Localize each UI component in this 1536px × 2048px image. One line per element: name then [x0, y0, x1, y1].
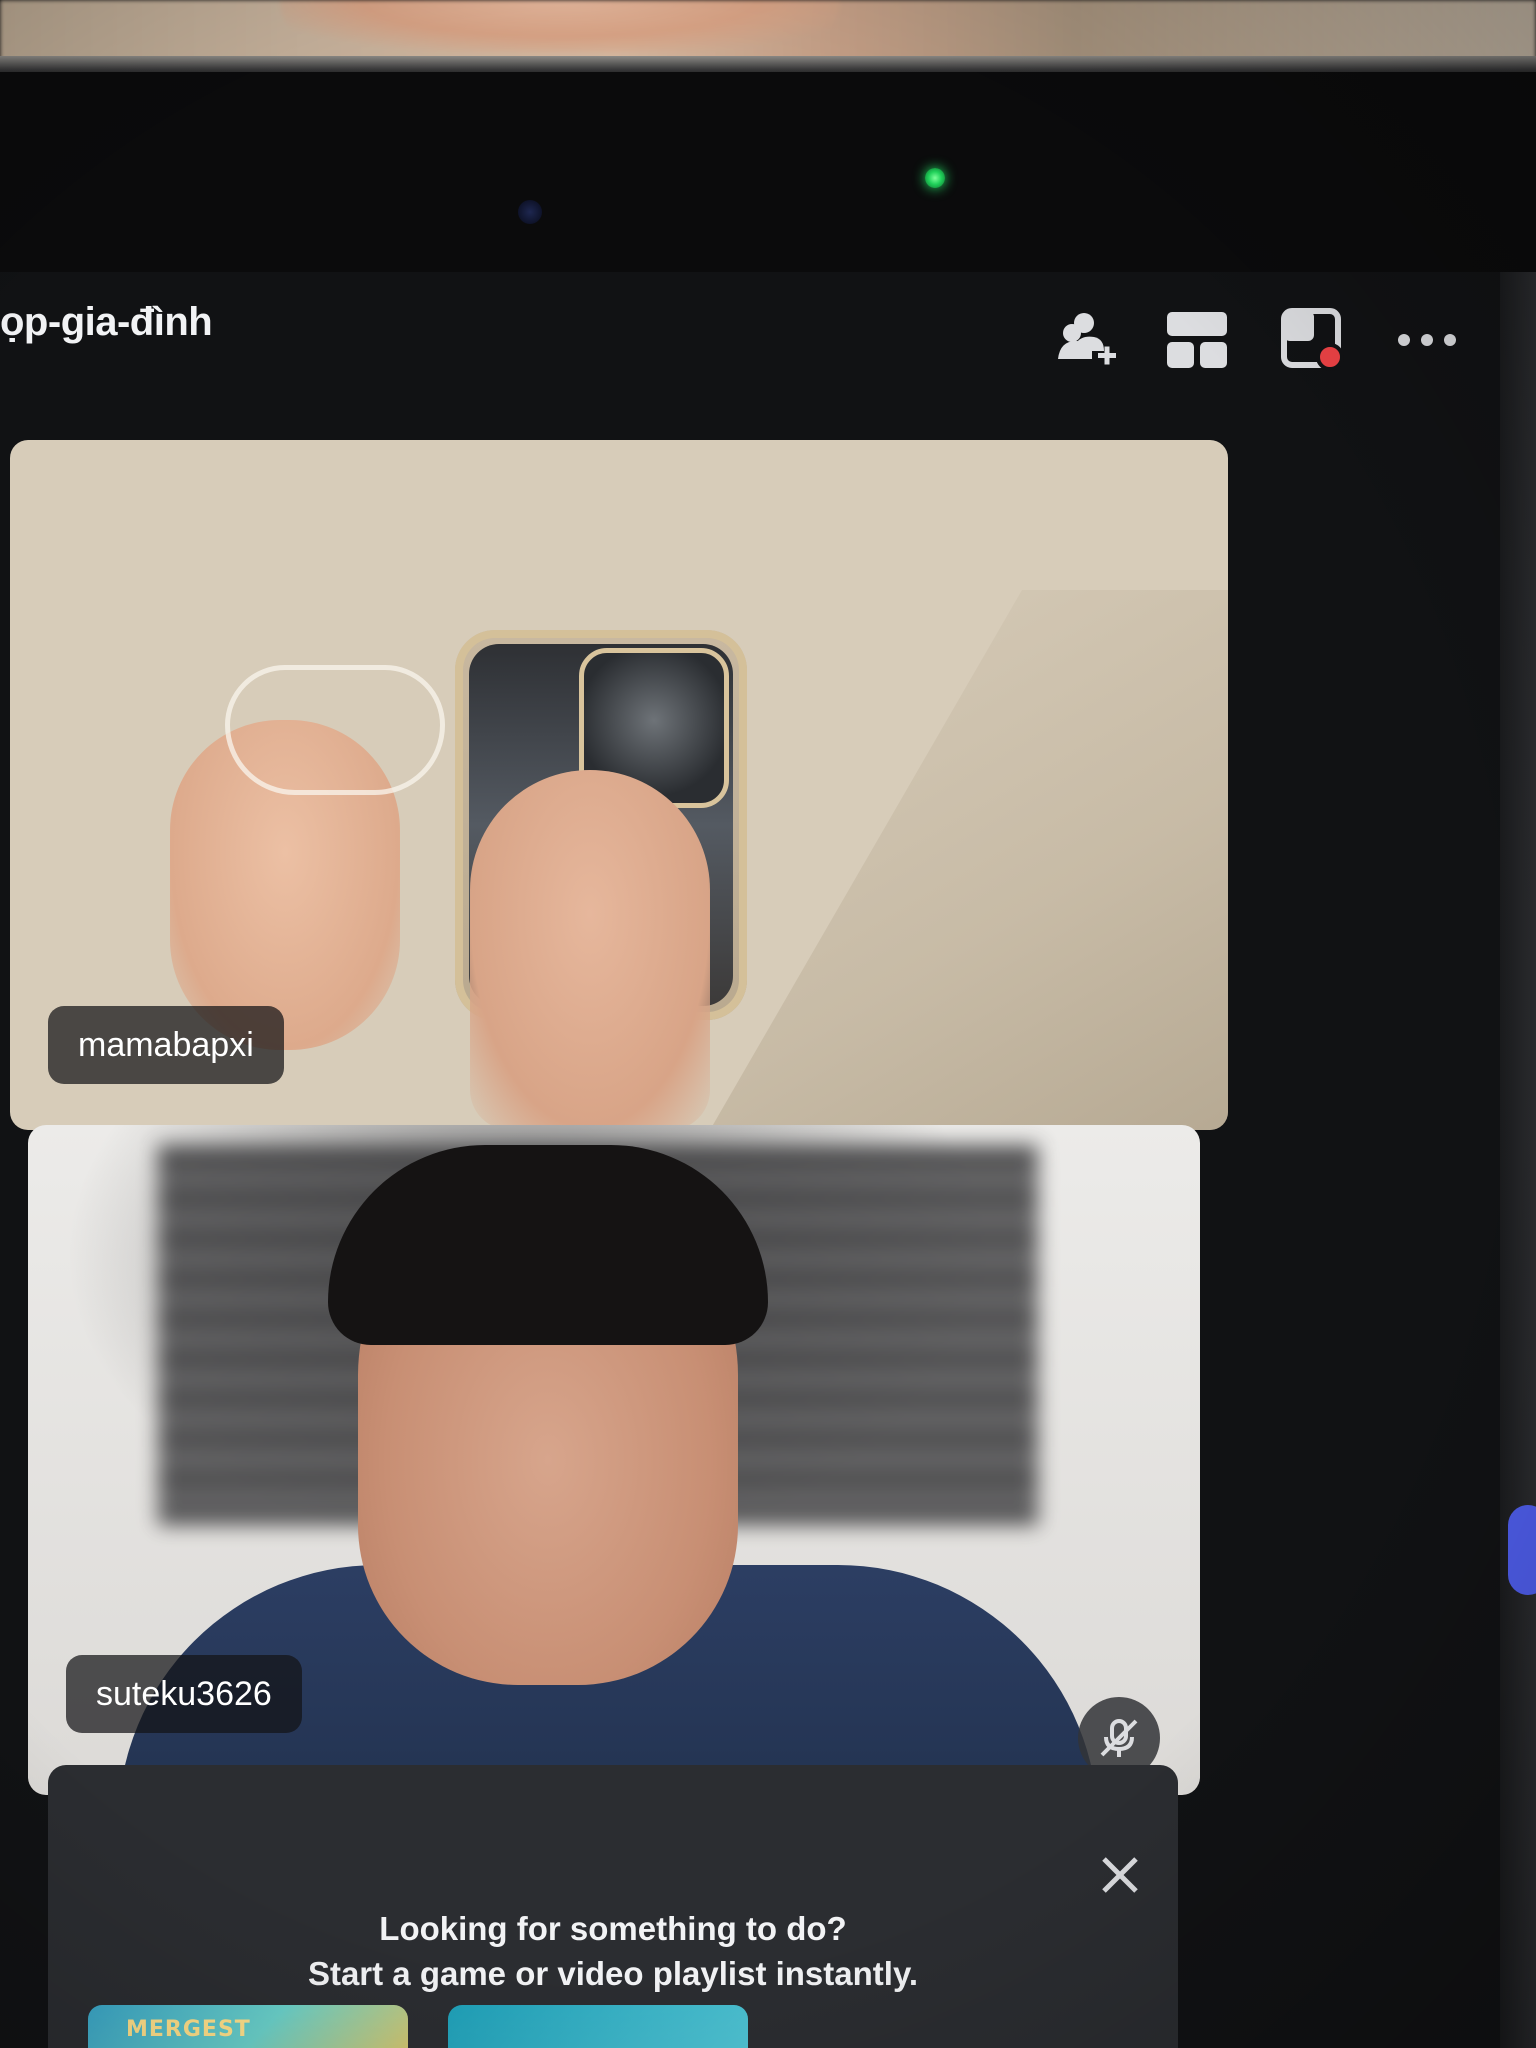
activity-thumbnail[interactable]: MERGEST: [88, 2005, 408, 2048]
laptop-bezel: [0, 72, 1536, 272]
video-tile[interactable]: mamabapxi: [10, 440, 1228, 1130]
activity-promo-card: Looking for something to do? Start a gam…: [48, 1765, 1178, 2048]
channel-title: ọp-gia-đình: [0, 300, 213, 344]
photo-frame: ọp-gia-đình mamabapxi suteku3626 Looking…: [0, 0, 1536, 2048]
add-user-icon[interactable]: [1050, 305, 1120, 375]
participant-name-tag: mamabapxi: [48, 1006, 284, 1084]
participant-name-tag: suteku3626: [66, 1655, 302, 1733]
close-icon[interactable]: [1090, 1845, 1150, 1905]
activity-prompt-title: Looking for something to do?: [379, 1910, 847, 1947]
background-person: [0, 0, 1536, 62]
activity-thumbnail[interactable]: [448, 2005, 748, 2048]
webcam-lens: [518, 200, 542, 224]
side-accent-button[interactable]: [1508, 1505, 1536, 1595]
more-options-icon[interactable]: [1392, 305, 1462, 375]
grid-layout-icon[interactable]: [1162, 305, 1232, 375]
screen-edge: [1500, 272, 1536, 2048]
activity-prompt-subtitle: Start a game or video playlist instantly…: [307, 1955, 919, 1992]
popout-window-icon[interactable]: [1278, 305, 1348, 375]
webcam-led: [925, 168, 945, 188]
video-tile[interactable]: suteku3626: [28, 1125, 1200, 1795]
